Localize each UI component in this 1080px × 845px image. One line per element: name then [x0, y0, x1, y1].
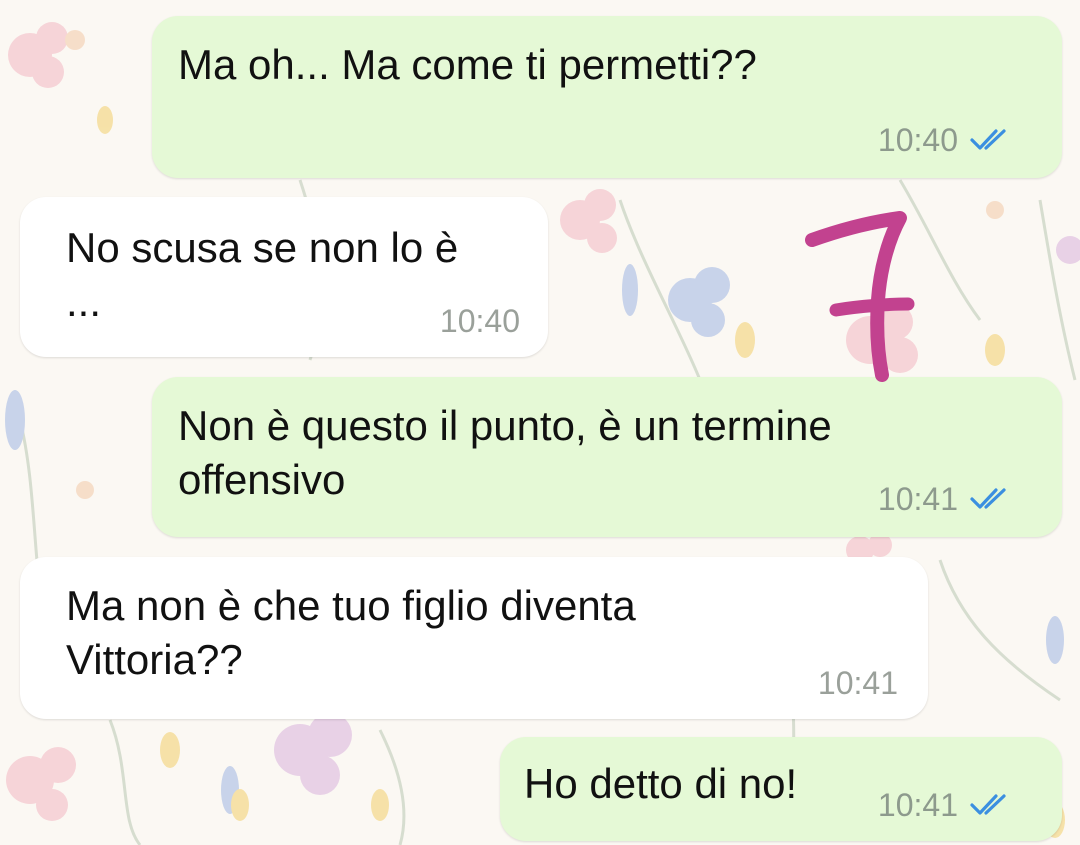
double-check-icon: [970, 794, 1006, 815]
message-time: 10:41: [817, 665, 898, 701]
message-text: Non è questo il punto, è un termine offe…: [178, 402, 832, 503]
message-meta: 10:41: [878, 787, 1016, 823]
message-text: Ma oh... Ma come ti permetti??: [178, 41, 757, 88]
message-text: Ma non è che tuo figlio diventa Vittoria…: [66, 582, 636, 683]
outgoing-message[interactable]: Ho detto di no! 10:41: [500, 737, 1062, 841]
incoming-message[interactable]: Ma non è che tuo figlio diventa Vittoria…: [20, 557, 928, 719]
message-meta: 10:41: [878, 481, 1016, 517]
message-time: 10:40: [439, 303, 520, 339]
outgoing-message[interactable]: Ma oh... Ma come ti permetti?? 10:40: [152, 16, 1062, 178]
message-meta: 10:40: [878, 122, 1016, 158]
message-time: 10:40: [877, 122, 958, 158]
chat-view: Ma oh... Ma come ti permetti?? 10:40 No …: [0, 0, 1080, 845]
message-text: Ho detto di no!: [524, 760, 798, 807]
message-time: 10:41: [877, 787, 958, 823]
incoming-message[interactable]: No scusa se non lo è ... 10:40: [20, 197, 548, 357]
handwritten-number-annotation: [805, 211, 915, 382]
double-check-icon: [970, 129, 1006, 150]
double-check-icon: [970, 488, 1006, 509]
message-text: No scusa se non lo è ...: [66, 224, 459, 325]
outgoing-message[interactable]: Non è questo il punto, è un termine offe…: [152, 377, 1062, 537]
message-meta: 10:40: [440, 303, 520, 339]
message-time: 10:41: [877, 481, 958, 517]
message-meta: 10:41: [818, 665, 898, 701]
